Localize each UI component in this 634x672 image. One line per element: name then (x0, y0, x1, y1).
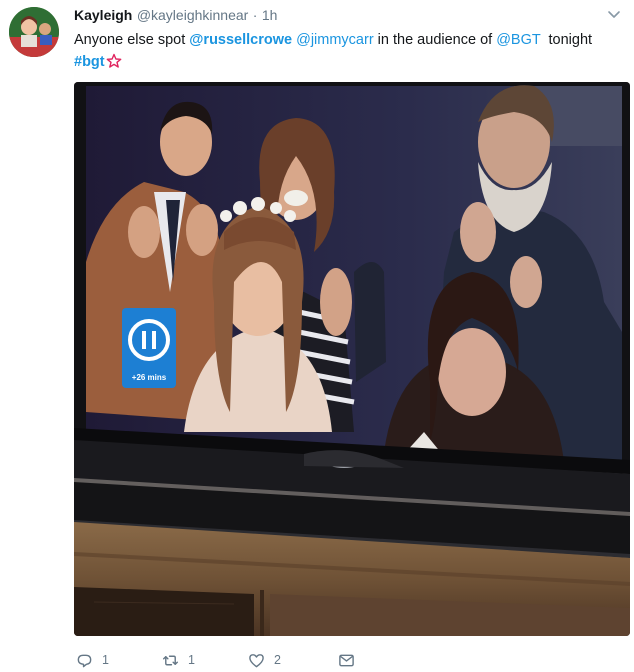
like-count: 2 (274, 653, 281, 667)
avatar-image (9, 7, 59, 57)
star-hashflag-icon (106, 53, 122, 69)
chevron-down-icon (608, 11, 620, 18)
tweet-actions: 1 1 2 (74, 650, 594, 670)
tweet-header: Kayleigh @kayleighkinnear · 1h (74, 7, 594, 25)
tweet-text-part: in the audience of (373, 32, 497, 48)
separator-dot: · (252, 7, 258, 23)
like-button[interactable]: 2 (248, 650, 281, 670)
reply-icon (77, 654, 92, 667)
author-name[interactable]: Kayleigh (74, 7, 132, 23)
timestamp[interactable]: 1h (262, 7, 278, 23)
tweet-text-part: tonight (540, 32, 593, 48)
retweet-count: 1 (188, 653, 195, 667)
tv-photo: +26 mins ▬ (74, 82, 630, 636)
heart-icon (249, 653, 264, 667)
retweet-button[interactable]: 1 (162, 650, 195, 670)
reply-button[interactable]: 1 (76, 650, 109, 670)
mention-jimmycarr[interactable]: @jimmycarr (296, 32, 374, 48)
tweet-text: Anyone else spot @russellcrowe @jimmycar… (74, 29, 624, 73)
direct-message-button[interactable] (338, 650, 364, 670)
reply-count: 1 (102, 653, 109, 667)
author-handle[interactable]: @kayleighkinnear (137, 7, 249, 23)
tweet[interactable]: Kayleigh @kayleighkinnear · 1h Anyone el… (0, 0, 634, 672)
tv-overlay-label: +26 mins (132, 373, 167, 382)
retweet-icon (162, 655, 179, 665)
mention-bgt[interactable]: @BGT (496, 32, 540, 48)
tweet-menu-button[interactable] (606, 6, 622, 22)
avatar[interactable] (9, 7, 59, 57)
tv-screen (86, 85, 622, 464)
envelope-icon (339, 654, 354, 666)
mention-russellcrowe[interactable]: @russellcrowe (189, 32, 292, 48)
tweet-photo[interactable]: +26 mins ▬ (74, 82, 630, 636)
tweet-text-part: Anyone else spot (74, 32, 190, 48)
hashtag-bgt[interactable]: #bgt (74, 54, 105, 70)
